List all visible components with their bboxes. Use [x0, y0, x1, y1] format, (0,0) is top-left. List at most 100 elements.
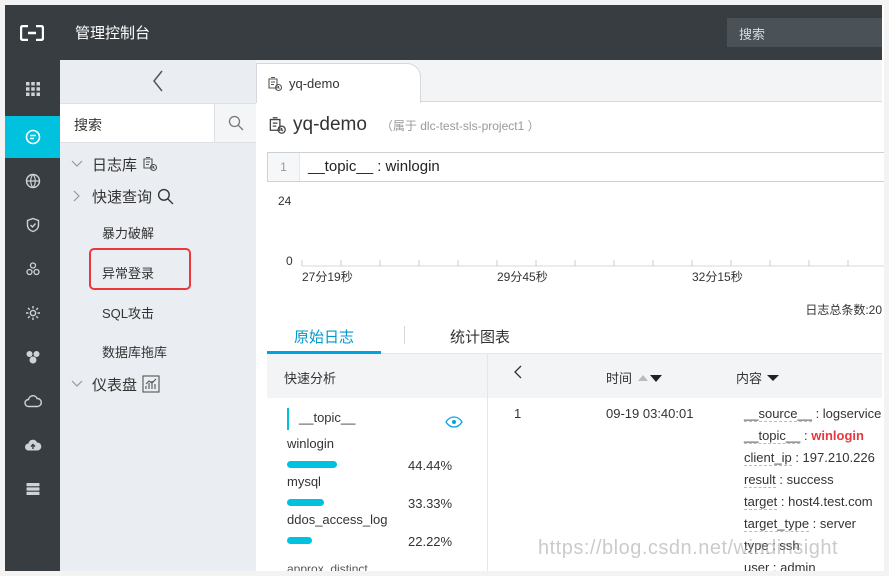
tab-raw-logs[interactable]: 原始日志 [294, 326, 354, 347]
tree-logstore[interactable]: 日志库 [70, 152, 158, 176]
value-percent: 22.22% [408, 534, 453, 549]
highlight-annotation [89, 248, 191, 290]
column-time[interactable]: 时间 [606, 368, 663, 387]
histogram-axis [301, 260, 887, 267]
column-content-label: 内容 [736, 371, 763, 386]
search-icon [157, 188, 174, 205]
log-field-key[interactable]: result [744, 472, 776, 488]
quick-query-item[interactable]: 暴力破解 [102, 223, 154, 242]
log-field-value-highlighted[interactable]: winlogin [811, 428, 864, 443]
tab-yq-demo[interactable]: yq-demo [256, 63, 421, 103]
log-count-text: 日志总条数:20 [805, 303, 882, 317]
search-icon [228, 115, 243, 131]
cloud-upload-icon[interactable] [5, 424, 60, 466]
chevron-down-icon [70, 380, 84, 388]
query-text[interactable]: __topic__ : winlogin [308, 158, 440, 175]
nodes-icon[interactable] [5, 248, 60, 290]
column-time-label: 时间 [606, 371, 633, 386]
tab-strip: yq-demo [256, 60, 882, 103]
log-table-header: 时间 内容 [487, 354, 882, 398]
log-field: target_type : server [744, 516, 857, 532]
gear-icon[interactable] [5, 292, 60, 334]
tree-quick-query-label: 快速查询 [92, 188, 153, 206]
log-field-value[interactable]: logservice [823, 406, 882, 421]
query-editor[interactable]: 1 __topic__ : winlogin [267, 152, 887, 182]
log-field-value[interactable]: server [820, 516, 856, 531]
logstore-name: yq-demo [293, 114, 367, 135]
field-name[interactable]: __topic__ [287, 408, 355, 430]
logstore-icon [268, 76, 283, 91]
tree-quick-query[interactable]: 快速查询 [70, 184, 174, 208]
log-field-value[interactable]: host4.test.com [788, 494, 873, 509]
log-field-key[interactable]: __source__ [744, 406, 812, 422]
aliyun-logo-icon[interactable] [17, 21, 47, 45]
caret-down-icon [767, 374, 780, 381]
cloud-icon[interactable] [5, 380, 60, 422]
tree-logstore-label: 日志库 [92, 156, 138, 174]
log-field-key[interactable]: target_type [744, 516, 810, 532]
x-tick-label: 29分45秒 [497, 270, 548, 284]
row-index: 1 [514, 406, 522, 421]
global-search-input[interactable]: 搜索 [727, 18, 882, 47]
sidebar-search[interactable]: 搜索 [60, 103, 256, 143]
console-title[interactable]: 管理控制台 [75, 22, 150, 43]
log-field: target : host4.test.com [744, 494, 873, 510]
sidebar-search-input[interactable]: 搜索 [74, 115, 102, 135]
log-field-value[interactable]: 197.210.226 [803, 450, 875, 465]
log-field-value[interactable]: admin [780, 560, 815, 575]
sidebar-search-button[interactable] [214, 104, 256, 142]
field-value[interactable]: winlogin [287, 436, 334, 451]
row-time: 09-19 03:40:01 [606, 406, 694, 421]
cluster-icon[interactable] [5, 336, 60, 378]
field-value[interactable]: mysql [287, 474, 321, 489]
value-bar-fill [287, 537, 312, 544]
server-icon[interactable] [5, 468, 60, 510]
value-bar [287, 537, 387, 544]
field-value[interactable]: ddos_access_log [287, 512, 387, 527]
grid-icon[interactable] [5, 68, 60, 110]
log-field-key[interactable]: target [744, 494, 778, 510]
sort-icon [638, 374, 663, 382]
log-field: result : success [744, 472, 834, 488]
log-field-key[interactable]: user [744, 560, 770, 576]
quick-analysis-panel: 快速分析 __topic__ winlogin 44.44% mysql 33.… [267, 354, 487, 576]
log-field: client_ip : 197.210.226 [744, 450, 875, 466]
logstore-sidebar: 搜索 日志库 快速查询 暴力破解 异常登录 SQL攻击 数据库拖库 仪表盘 [60, 60, 256, 576]
log-field-key[interactable]: client_ip [744, 450, 792, 466]
prev-page-button[interactable] [514, 365, 522, 379]
shield-icon[interactable] [5, 204, 60, 246]
histogram-chart: 24 0 27分19秒 29分45秒 32分15秒 [267, 186, 887, 296]
logstore-icon [269, 116, 286, 134]
eye-icon[interactable] [445, 416, 463, 431]
value-percent: 44.44% [408, 458, 453, 473]
quick-query-item[interactable]: SQL攻击 [102, 303, 154, 322]
value-bar [287, 499, 387, 506]
tree-dashboard-label: 仪表盘 [92, 376, 138, 394]
log-field-key[interactable]: __topic__ [744, 428, 801, 444]
top-bar: 管理控制台 搜索 [5, 5, 882, 60]
sidebar-collapse-button[interactable] [60, 60, 256, 102]
tab-statistics[interactable]: 统计图表 [450, 326, 510, 347]
column-content[interactable]: 内容 [736, 368, 780, 387]
quick-analysis-header: 快速分析 [267, 354, 487, 398]
value-bar-fill [287, 461, 337, 468]
x-tick-label: 27分19秒 [302, 270, 353, 284]
value-bar-fill [287, 499, 325, 506]
log-count: 日志总条数:20 [805, 301, 882, 318]
log-service-icon[interactable] [5, 116, 60, 158]
dashboard-icon [142, 375, 160, 393]
watermark-text: https://blog.csdn.net/windinsight [538, 537, 839, 559]
chevron-down-icon [70, 160, 84, 168]
approx-distinct-label: approx_distinct [287, 562, 368, 576]
main-panel: yq-demo yq-demo （属于 dlc-test-sls-project… [256, 60, 887, 576]
chevron-left-icon [153, 70, 163, 92]
logstore-header: yq-demo （属于 dlc-test-sls-project1 ） [268, 112, 540, 138]
log-field: __source__ : logservice [744, 406, 882, 422]
log-field-value[interactable]: success [787, 472, 834, 487]
tree-dashboard[interactable]: 仪表盘 [70, 372, 160, 396]
value-bar [287, 461, 387, 468]
logstore-icon [142, 156, 158, 172]
query-line-number: 1 [268, 153, 300, 181]
globe-icon[interactable] [5, 160, 60, 202]
quick-query-item[interactable]: 数据库拖库 [102, 342, 167, 361]
